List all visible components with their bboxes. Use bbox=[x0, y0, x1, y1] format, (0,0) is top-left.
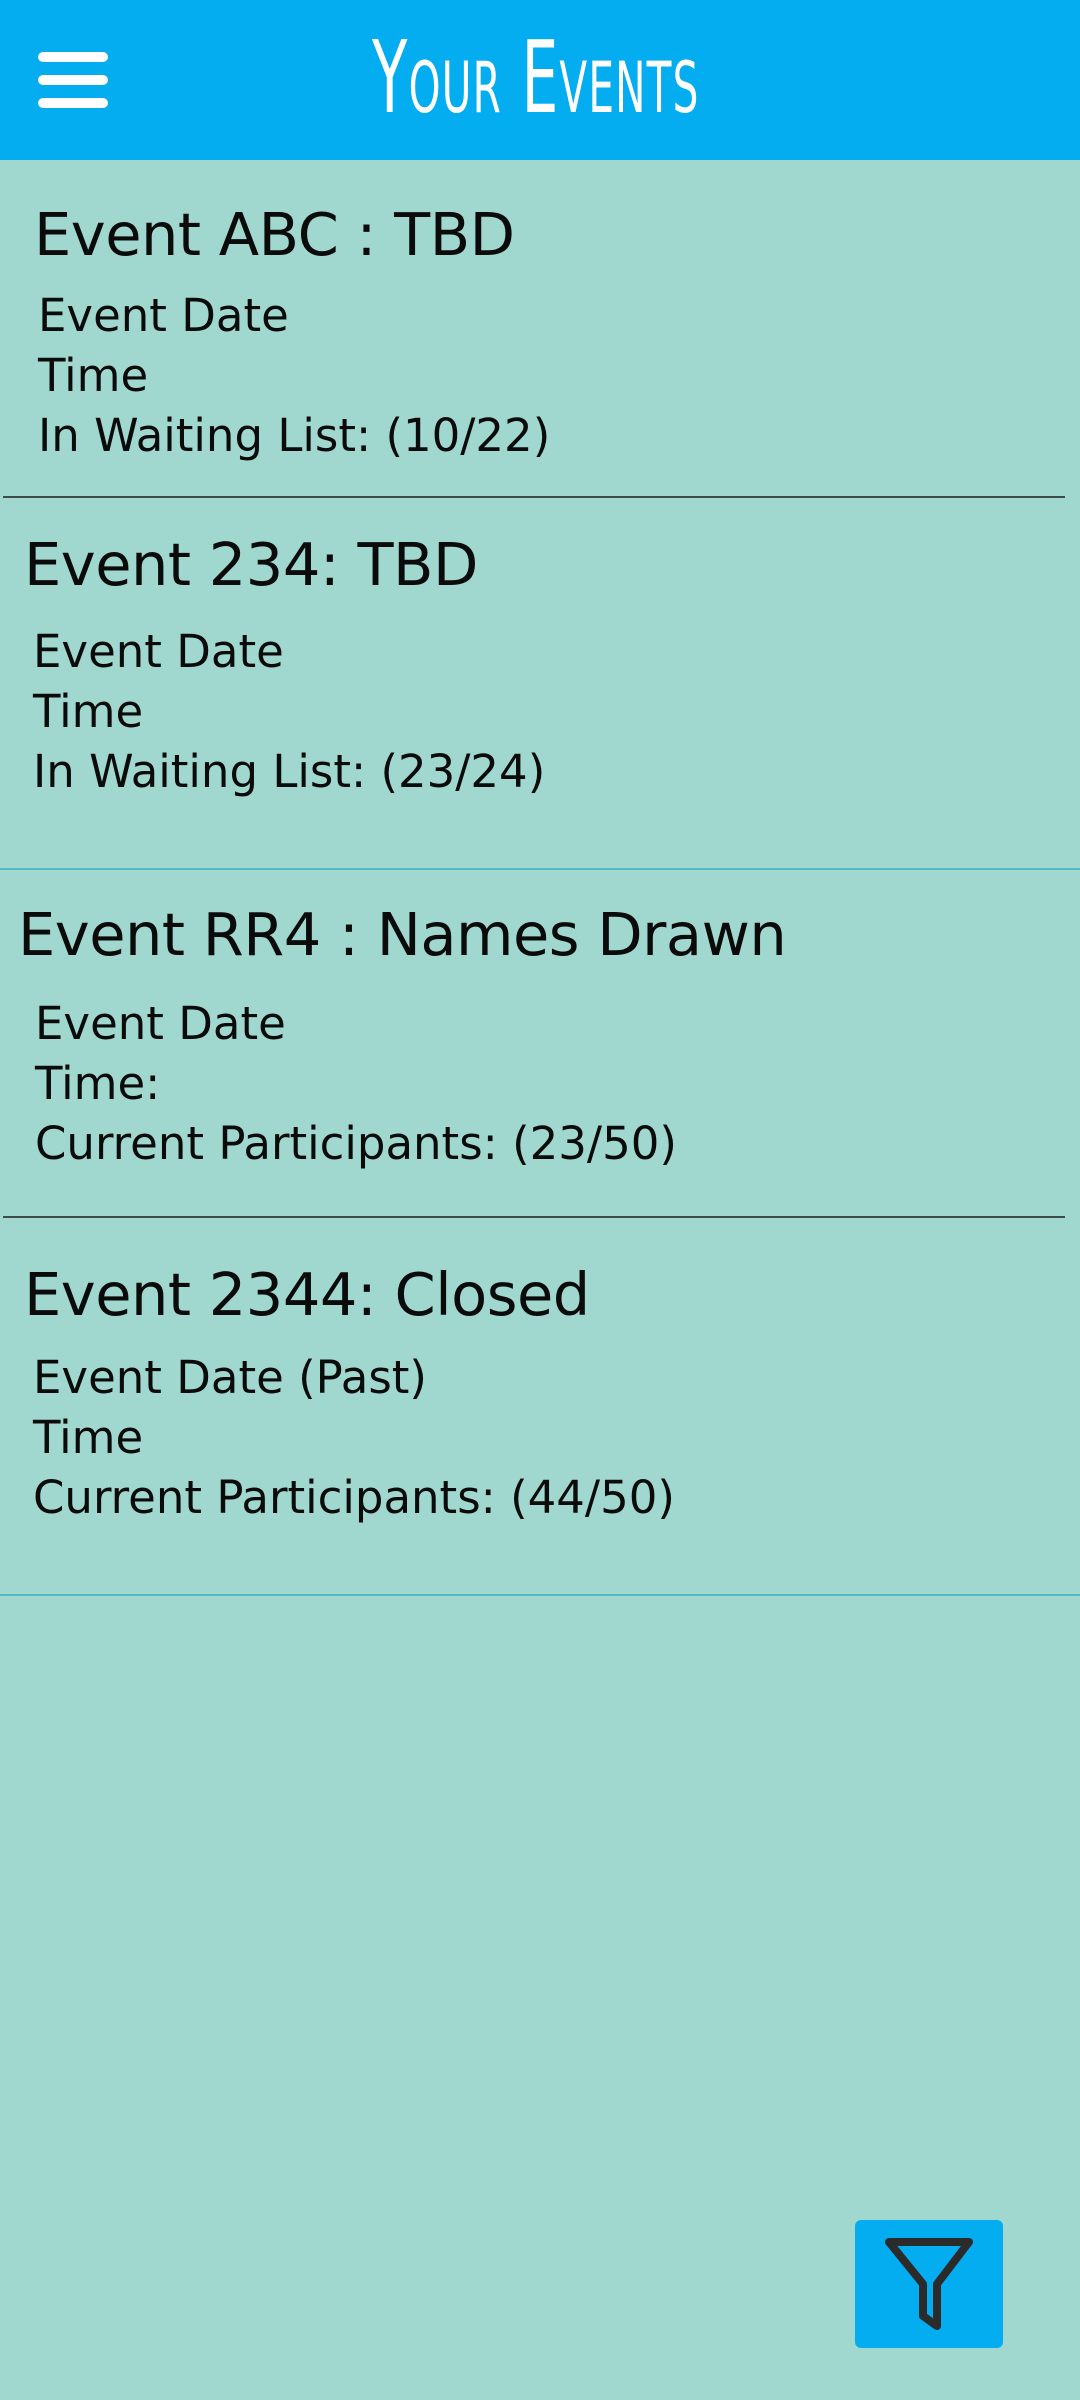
event-date: Event Date bbox=[35, 997, 286, 1050]
event-title: Event 234: TBD bbox=[24, 530, 478, 599]
event-card-abc[interactable]: Event ABC : TBD Event Date Time In Waiti… bbox=[0, 160, 1080, 497]
event-status: In Waiting List: (10/22) bbox=[38, 409, 551, 462]
event-title: Event ABC : TBD bbox=[34, 200, 515, 269]
event-card-234[interactable]: Event 234: TBD Event Date Time In Waitin… bbox=[0, 498, 1080, 868]
event-title: Event 2344: Closed bbox=[24, 1260, 590, 1329]
event-status: Current Participants: (23/50) bbox=[35, 1117, 677, 1170]
event-time: Time: bbox=[35, 1057, 161, 1110]
event-status: In Waiting List: (23/24) bbox=[33, 745, 546, 798]
divider bbox=[0, 1594, 1080, 1596]
filter-button[interactable] bbox=[855, 2220, 1003, 2348]
filter-icon bbox=[885, 2238, 973, 2330]
event-card-rr4[interactable]: Event RR4 : Names Drawn Event Date Time:… bbox=[0, 870, 1080, 1216]
event-status: Current Participants: (44/50) bbox=[33, 1471, 675, 1524]
event-time: Time bbox=[33, 685, 144, 738]
page-title: Your Events bbox=[372, 19, 700, 136]
event-time: Time bbox=[38, 349, 149, 402]
event-title: Event RR4 : Names Drawn bbox=[18, 900, 787, 969]
app-bar: Your Events bbox=[0, 0, 1080, 160]
event-date: Event Date (Past) bbox=[33, 1351, 427, 1404]
menu-button[interactable] bbox=[34, 50, 112, 110]
event-card-2344[interactable]: Event 2344: Closed Event Date (Past) Tim… bbox=[0, 1218, 1080, 1594]
event-time: Time bbox=[33, 1411, 144, 1464]
event-date: Event Date bbox=[33, 625, 284, 678]
event-date: Event Date bbox=[38, 289, 289, 342]
